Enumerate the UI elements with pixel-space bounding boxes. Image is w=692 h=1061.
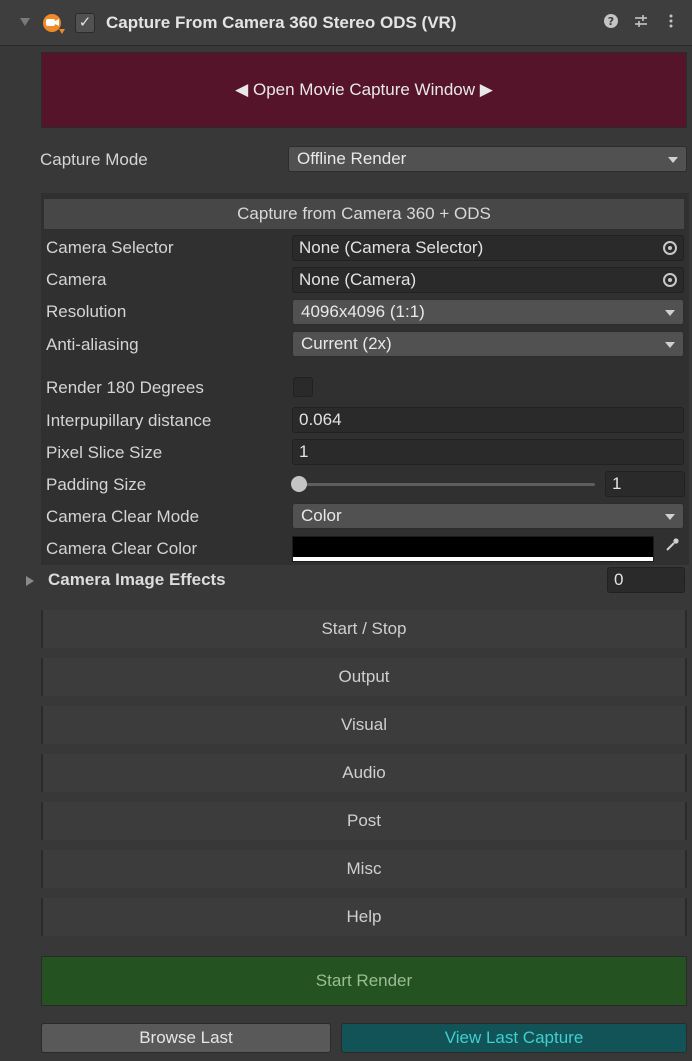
preset-icon[interactable] xyxy=(632,13,650,31)
chevron-down-icon xyxy=(668,157,678,163)
foldout-triangle-icon[interactable] xyxy=(20,18,30,26)
anti-aliasing-dropdown[interactable]: Current (2x) xyxy=(292,331,684,357)
start-render-button[interactable]: Start Render xyxy=(41,956,687,1006)
clear-mode-dropdown[interactable]: Color xyxy=(292,503,684,529)
anti-aliasing-label: Anti-aliasing xyxy=(46,335,139,354)
section-misc[interactable]: Misc xyxy=(41,850,687,888)
view-last-capture-button[interactable]: View Last Capture xyxy=(341,1023,687,1053)
chevron-down-icon xyxy=(665,342,675,348)
section-visual[interactable]: Visual xyxy=(41,706,687,744)
svg-text:?: ? xyxy=(608,15,614,28)
clear-color-swatch[interactable] xyxy=(292,536,654,562)
camera-selector-value: None (Camera Selector) xyxy=(299,238,484,257)
camera-field[interactable]: None (Camera) xyxy=(292,267,684,293)
image-effects-label[interactable]: Camera Image Effects xyxy=(48,570,226,590)
capture-mode-value: Offline Render xyxy=(297,149,407,168)
object-picker-icon[interactable] xyxy=(663,241,677,255)
padding-size-input[interactable]: 1 xyxy=(605,471,685,497)
resolution-dropdown[interactable]: 4096x4096 (1:1) xyxy=(292,299,684,325)
inspector-panel: ✓ Capture From Camera 360 Stereo ODS (VR… xyxy=(0,0,692,1061)
section-post[interactable]: Post xyxy=(41,802,687,840)
padding-size-slider-handle[interactable] xyxy=(291,476,307,492)
chevron-down-icon xyxy=(665,514,675,520)
movie-capture-logo-icon xyxy=(43,14,65,34)
camera-selector-label: Camera Selector xyxy=(46,238,174,257)
ipd-label: Interpupillary distance xyxy=(46,411,212,430)
resolution-label: Resolution xyxy=(46,302,127,321)
eyedropper-icon[interactable] xyxy=(662,537,682,557)
foldout-arrow-icon[interactable] xyxy=(26,576,34,586)
capture-mode-label: Capture Mode xyxy=(40,150,148,169)
anti-aliasing-value: Current (2x) xyxy=(301,334,392,353)
clear-color-label: Camera Clear Color xyxy=(46,539,198,558)
chevron-down-icon xyxy=(665,310,675,316)
pixel-slice-label: Pixel Slice Size xyxy=(46,443,163,462)
camera-value: None (Camera) xyxy=(299,270,417,289)
padding-size-slider[interactable] xyxy=(300,483,595,486)
section-audio[interactable]: Audio xyxy=(41,754,687,792)
component-header: ✓ Capture From Camera 360 Stereo ODS (VR… xyxy=(0,0,692,46)
clear-mode-value: Color xyxy=(301,506,342,525)
resolution-value: 4096x4096 (1:1) xyxy=(301,302,425,321)
component-enabled-checkbox[interactable]: ✓ xyxy=(75,13,95,33)
object-picker-icon[interactable] xyxy=(663,273,677,287)
section-help[interactable]: Help xyxy=(41,898,687,936)
section-start-stop[interactable]: Start / Stop xyxy=(41,610,687,648)
render-180-checkbox[interactable] xyxy=(293,377,313,397)
component-title: Capture From Camera 360 Stereo ODS (VR) xyxy=(106,13,457,32)
camera-label: Camera xyxy=(46,270,107,289)
help-icon[interactable]: ? xyxy=(602,13,620,31)
camera-selector-field[interactable]: None (Camera Selector) xyxy=(292,235,684,261)
pixel-slice-input[interactable]: 1 xyxy=(292,439,684,465)
camera-group-heading: Capture from Camera 360 + ODS xyxy=(43,198,685,230)
ipd-input[interactable]: 0.064 xyxy=(292,407,684,433)
browse-last-button[interactable]: Browse Last xyxy=(41,1023,331,1053)
alpha-bar xyxy=(293,557,653,561)
clear-mode-label: Camera Clear Mode xyxy=(46,507,200,526)
open-movie-capture-window-button[interactable]: ◀ Open Movie Capture Window ▶ xyxy=(41,52,687,128)
image-effects-count-input[interactable]: 0 xyxy=(607,567,685,593)
capture-mode-dropdown[interactable]: Offline Render xyxy=(288,146,687,172)
section-output[interactable]: Output xyxy=(41,658,687,696)
render-180-label: Render 180 Degrees xyxy=(46,378,204,397)
menu-dots-icon[interactable] xyxy=(662,13,680,31)
padding-size-label: Padding Size xyxy=(46,475,147,494)
